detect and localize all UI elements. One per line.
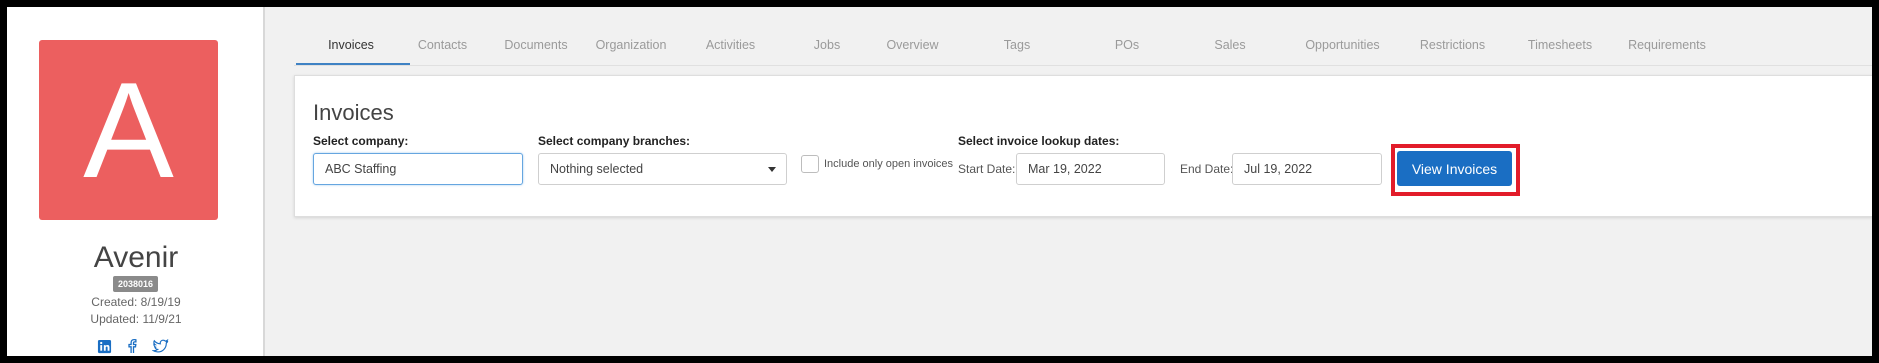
tab-organization[interactable]: Organization <box>586 38 676 52</box>
tab-bar: Invoices Contacts Documents Organization… <box>294 30 1872 66</box>
open-only-checkbox[interactable] <box>801 155 819 173</box>
twitter-icon[interactable] <box>152 338 169 354</box>
invoices-panel: Invoices Select company: ABC Staffing Se… <box>294 75 1872 217</box>
end-date-label: End Date: <box>1180 162 1234 176</box>
tab-timesheets[interactable]: Timesheets <box>1520 38 1600 52</box>
tab-activities[interactable]: Activities <box>693 38 768 52</box>
start-date-input[interactable]: Mar 19, 2022 <box>1016 153 1165 185</box>
id-badge: 2038016 <box>113 276 158 292</box>
tab-documents[interactable]: Documents <box>496 38 576 52</box>
app-window: A Avenir 2038016 Created: 8/19/19 Update… <box>0 0 1879 363</box>
view-invoices-button[interactable]: View Invoices <box>1397 151 1512 186</box>
linkedin-icon[interactable] <box>97 339 112 354</box>
branches-select-value: Nothing selected <box>550 162 644 176</box>
tab-jobs[interactable]: Jobs <box>802 38 852 52</box>
tab-contacts[interactable]: Contacts <box>405 38 480 52</box>
social-links <box>97 338 169 354</box>
tab-overview[interactable]: Overview <box>875 38 950 52</box>
updated-date: Updated: 11/9/21 <box>90 312 182 326</box>
branches-label: Select company branches: <box>538 134 691 148</box>
tab-tags[interactable]: Tags <box>992 38 1042 52</box>
end-date-input[interactable]: Jul 19, 2022 <box>1232 153 1382 185</box>
tab-invoices[interactable]: Invoices <box>316 38 386 52</box>
panel-title: Invoices <box>313 100 394 125</box>
dates-label: Select invoice lookup dates: <box>958 134 1120 148</box>
created-date: Created: 8/19/19 <box>91 295 181 309</box>
branches-select[interactable]: Nothing selected <box>538 153 787 185</box>
caret-down-icon <box>768 167 776 172</box>
tab-sales[interactable]: Sales <box>1205 38 1255 52</box>
avatar: A <box>39 40 218 220</box>
company-name: Avenir <box>93 241 179 274</box>
tab-pos[interactable]: POs <box>1102 38 1152 52</box>
company-label: Select company: <box>313 134 409 148</box>
tab-opportunities[interactable]: Opportunities <box>1295 38 1390 52</box>
company-input[interactable]: ABC Staffing <box>313 153 523 185</box>
open-only-label: Include only open invoices <box>824 158 954 170</box>
tab-requirements[interactable]: Requirements <box>1617 38 1717 52</box>
profile-sidebar: A Avenir 2038016 Created: 8/19/19 Update… <box>7 7 265 356</box>
facebook-icon[interactable] <box>126 338 138 354</box>
start-date-label: Start Date: <box>958 162 1016 176</box>
active-tab-indicator <box>296 63 410 65</box>
tab-restrictions[interactable]: Restrictions <box>1410 38 1495 52</box>
